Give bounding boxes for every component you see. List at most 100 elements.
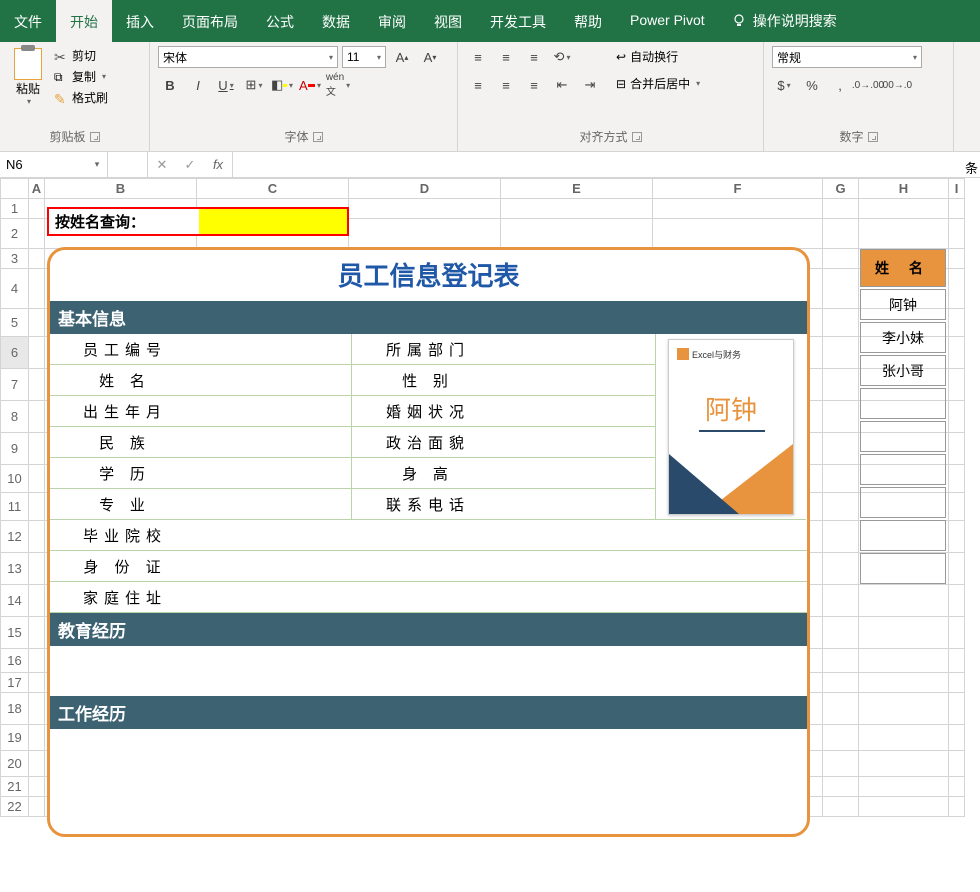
- col-header[interactable]: D: [349, 179, 501, 199]
- name-list-item[interactable]: [860, 388, 946, 419]
- row-header[interactable]: 14: [1, 585, 29, 617]
- name-list-item[interactable]: 阿钟: [860, 289, 946, 320]
- tell-me-search[interactable]: 操作说明搜索: [719, 0, 849, 42]
- bold-button[interactable]: B: [158, 74, 182, 96]
- font-name-combo[interactable]: 宋体▾: [158, 46, 338, 68]
- name-list-item[interactable]: [860, 421, 946, 452]
- value-ethnic[interactable]: [200, 427, 352, 458]
- dialog-launcher-icon[interactable]: [868, 132, 878, 142]
- value-name[interactable]: [200, 365, 352, 396]
- align-center-button[interactable]: ≡: [494, 74, 518, 96]
- align-middle-button[interactable]: ≡: [494, 46, 518, 68]
- name-list-item[interactable]: [860, 487, 946, 518]
- row-header[interactable]: 7: [1, 369, 29, 401]
- row-header[interactable]: 15: [1, 617, 29, 649]
- phonetic-button[interactable]: wén文▾: [326, 74, 350, 96]
- increase-decimal-button[interactable]: .0→.00: [856, 74, 880, 96]
- tab-file[interactable]: 文件: [0, 0, 56, 42]
- align-bottom-button[interactable]: ≡: [522, 46, 546, 68]
- row-header[interactable]: 4: [1, 269, 29, 309]
- row-header[interactable]: 6: [1, 337, 29, 369]
- row-header[interactable]: 11: [1, 493, 29, 521]
- value-phone[interactable]: [504, 489, 656, 520]
- decrease-font-button[interactable]: A▾: [418, 46, 442, 68]
- font-size-combo[interactable]: 11▾: [342, 46, 386, 68]
- value-dept[interactable]: [504, 334, 656, 365]
- decrease-indent-button[interactable]: ⇤: [550, 74, 574, 96]
- select-all-corner[interactable]: [1, 179, 29, 199]
- row-header[interactable]: 22: [1, 797, 29, 817]
- font-color-button[interactable]: A▾: [298, 74, 322, 96]
- row-header[interactable]: 13: [1, 553, 29, 585]
- row-header[interactable]: 1: [1, 199, 29, 219]
- copy-button[interactable]: ⧉复制▾: [52, 67, 110, 86]
- dialog-launcher-icon[interactable]: [313, 132, 323, 142]
- decrease-decimal-button[interactable]: .00→.0: [884, 74, 908, 96]
- value-emp-no[interactable]: [200, 334, 352, 365]
- formula-input[interactable]: [233, 152, 980, 177]
- name-box[interactable]: ▾: [0, 152, 108, 177]
- row-header[interactable]: 2: [1, 219, 29, 249]
- tab-view[interactable]: 视图: [420, 0, 476, 42]
- increase-font-button[interactable]: A▴: [390, 46, 414, 68]
- row-header[interactable]: 17: [1, 673, 29, 693]
- dialog-launcher-icon[interactable]: [90, 132, 100, 142]
- tab-page-layout[interactable]: 页面布局: [168, 0, 252, 42]
- comma-button[interactable]: ,: [828, 74, 852, 96]
- value-political[interactable]: [504, 427, 656, 458]
- value-birth[interactable]: [200, 396, 352, 427]
- cancel-formula-button[interactable]: ✕: [148, 157, 176, 173]
- col-header[interactable]: F: [653, 179, 823, 199]
- underline-button[interactable]: U▾: [214, 74, 238, 96]
- percent-button[interactable]: %: [800, 74, 824, 96]
- paste-button[interactable]: 粘贴 ▾: [8, 46, 48, 108]
- align-left-button[interactable]: ≡: [466, 74, 490, 96]
- tab-data[interactable]: 数据: [308, 0, 364, 42]
- name-list-item[interactable]: [860, 454, 946, 485]
- italic-button[interactable]: I: [186, 74, 210, 96]
- number-format-combo[interactable]: 常规▾: [772, 46, 922, 68]
- format-painter-button[interactable]: ✎格式刷: [52, 88, 110, 107]
- merge-center-button[interactable]: ⊟合并后居中▾: [612, 73, 704, 94]
- tab-power-pivot[interactable]: Power Pivot: [616, 0, 719, 42]
- name-list-item[interactable]: [860, 520, 946, 551]
- row-header[interactable]: 19: [1, 725, 29, 751]
- value-edu[interactable]: [200, 458, 352, 489]
- insert-function-button[interactable]: fx: [204, 157, 232, 172]
- col-header[interactable]: I: [949, 179, 965, 199]
- row-header[interactable]: 16: [1, 649, 29, 673]
- increase-indent-button[interactable]: ⇥: [578, 74, 602, 96]
- tab-help[interactable]: 帮助: [560, 0, 616, 42]
- name-list-item[interactable]: 李小妹: [860, 322, 946, 353]
- query-input-cell[interactable]: [199, 209, 347, 234]
- chevron-down-icon[interactable]: ▾: [88, 159, 106, 170]
- tab-home[interactable]: 开始: [56, 0, 112, 42]
- orientation-button[interactable]: ⟲▾: [550, 46, 574, 68]
- tab-developer[interactable]: 开发工具: [476, 0, 560, 42]
- tab-insert[interactable]: 插入: [112, 0, 168, 42]
- row-header[interactable]: 8: [1, 401, 29, 433]
- wrap-text-button[interactable]: ↩自动换行: [612, 46, 704, 67]
- tab-review[interactable]: 审阅: [364, 0, 420, 42]
- name-box-input[interactable]: [0, 157, 88, 172]
- row-header[interactable]: 18: [1, 693, 29, 725]
- row-header[interactable]: 21: [1, 777, 29, 797]
- row-header[interactable]: 20: [1, 751, 29, 777]
- align-right-button[interactable]: ≡: [522, 74, 546, 96]
- accounting-format-button[interactable]: $▾: [772, 74, 796, 96]
- name-list-item[interactable]: [860, 553, 946, 584]
- dialog-launcher-icon[interactable]: [632, 132, 642, 142]
- col-header[interactable]: H: [859, 179, 949, 199]
- value-height[interactable]: [504, 458, 656, 489]
- worksheet-grid[interactable]: A B C D E F G H I 1 2 3 4 5 6 7 8 9 10 1…: [0, 178, 980, 892]
- conditional-format-edge[interactable]: 条: [965, 158, 978, 177]
- row-header[interactable]: 9: [1, 433, 29, 465]
- row-header[interactable]: 5: [1, 309, 29, 337]
- row-header[interactable]: 12: [1, 521, 29, 553]
- cut-button[interactable]: ✂剪切: [52, 46, 110, 65]
- row-header[interactable]: 10: [1, 465, 29, 493]
- value-gender[interactable]: [504, 365, 656, 396]
- tab-formulas[interactable]: 公式: [252, 0, 308, 42]
- row-header[interactable]: 3: [1, 249, 29, 269]
- value-marital[interactable]: [504, 396, 656, 427]
